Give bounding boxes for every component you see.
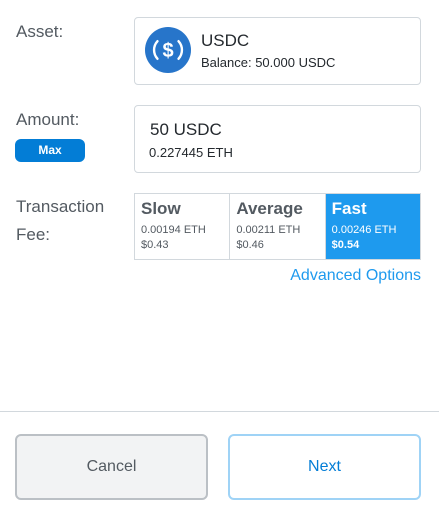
fee-option-average[interactable]: Average 0.00211 ETH $0.46 [230, 194, 326, 259]
asset-balance: Balance: 50.000 USDC [201, 55, 336, 70]
max-button[interactable]: Max [15, 139, 85, 162]
asset-selector[interactable]: $ USDC Balance: 50.000 USDC [134, 17, 421, 85]
asset-name: USDC [201, 31, 250, 50]
fee-option-name: Fast [331, 199, 367, 218]
advanced-options-link[interactable]: Advanced Options [290, 267, 421, 285]
fee-label-line2: Fee: [16, 225, 51, 244]
send-screen: Asset: $ USDC Balance: 50.000 USDC Amoun… [0, 0, 439, 515]
fee-option-usd: $0.43 [141, 239, 169, 251]
amount-eth-equivalent: 0.227445 ETH [149, 145, 233, 160]
svg-text:$: $ [162, 40, 173, 62]
fee-option-eth: 0.00246 ETH [331, 224, 397, 236]
footer-divider [0, 411, 439, 412]
amount-value: 50 USDC [150, 120, 222, 139]
fee-option-usd: $0.54 [331, 239, 360, 251]
fee-options: Slow 0.00194 ETH $0.43 Average 0.00211 E… [134, 193, 421, 260]
asset-label: Asset: [16, 22, 64, 41]
fee-option-name: Average [236, 199, 303, 218]
fee-option-eth: 0.00194 ETH [141, 224, 206, 236]
fee-label-line1: Transaction [16, 197, 105, 216]
fee-option-usd: $0.46 [236, 239, 264, 251]
amount-input[interactable]: 50 USDC 0.227445 ETH [134, 105, 421, 173]
amount-label: Amount: [16, 110, 80, 129]
usdc-icon: $ [145, 27, 191, 73]
fee-option-eth: 0.00211 ETH [236, 224, 301, 236]
cancel-button[interactable]: Cancel [15, 434, 208, 500]
next-button[interactable]: Next [228, 434, 421, 500]
fee-option-slow[interactable]: Slow 0.00194 ETH $0.43 [135, 194, 231, 259]
fee-option-name: Slow [141, 199, 181, 218]
fee-option-fast[interactable]: Fast 0.00246 ETH $0.54 [325, 194, 420, 259]
